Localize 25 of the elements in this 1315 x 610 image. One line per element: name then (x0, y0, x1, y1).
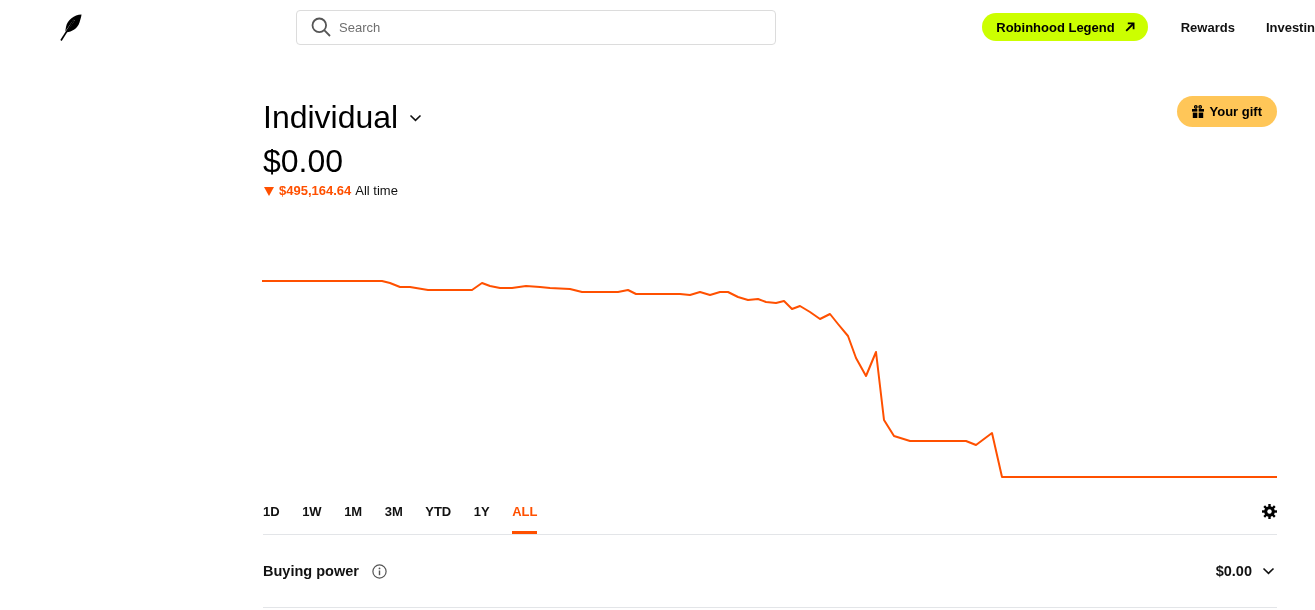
arrow-icon (1124, 22, 1135, 32)
change-period: All time (355, 183, 398, 199)
nav-link[interactable]: Investin (1265, 19, 1315, 35)
chevron-down-icon[interactable] (1262, 567, 1275, 575)
info-icon[interactable] (371, 563, 387, 579)
range-tab[interactable]: 3M (384, 485, 403, 534)
search-icon (311, 16, 331, 37)
chevron-down-icon[interactable] (409, 114, 423, 122)
buying-power-value: $0.00 (1215, 563, 1252, 579)
settings-icon[interactable] (1262, 504, 1277, 519)
range-tab[interactable]: 1M (344, 485, 363, 534)
range-tab[interactable]: YTD (425, 485, 452, 534)
change-amount: $495,164.64 (279, 183, 352, 199)
range-tab[interactable]: 1D (263, 485, 280, 534)
legend-button[interactable]: Robinhood Legend (982, 13, 1148, 41)
gift-icon (1191, 105, 1204, 118)
account-name[interactable]: Individual (263, 98, 399, 136)
nav-link[interactable]: Rewards (1180, 19, 1235, 35)
range-tab[interactable]: 1Y (473, 485, 490, 534)
gift-button[interactable]: Your gift (1176, 96, 1277, 127)
range-tab[interactable]: 1W (302, 485, 322, 534)
buying-power-label: Buying power (263, 563, 359, 579)
search-field[interactable]: Search (296, 9, 776, 45)
feather-logo-icon[interactable] (60, 13, 82, 41)
portfolio-value: $0.00 (263, 142, 344, 180)
